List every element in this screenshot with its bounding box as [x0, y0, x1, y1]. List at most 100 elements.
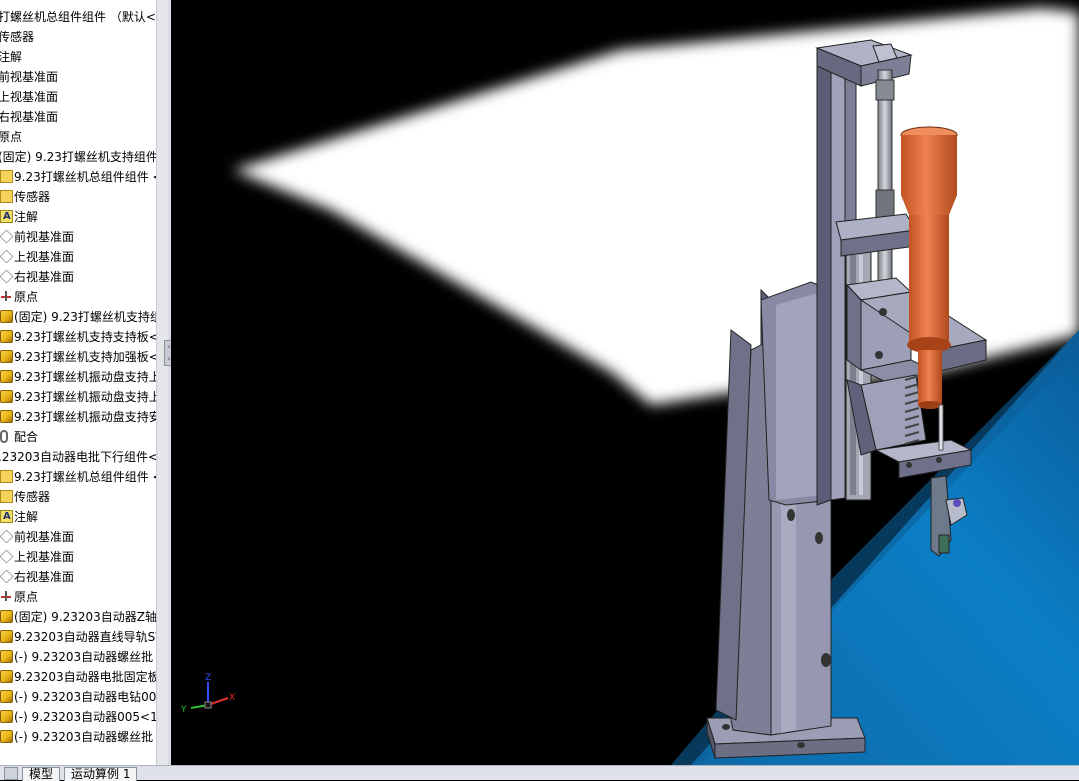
tree-item-label: (固定) 9.23203自动器Z轴 — [14, 610, 156, 624]
annotation-icon — [0, 207, 13, 227]
origin-icon — [0, 590, 13, 603]
tree-item[interactable]: 上视基准面 — [0, 87, 156, 107]
tree-item[interactable]: 9.23打螺丝机振动盘支持上 — [0, 387, 156, 407]
sensor-folder-icon — [0, 190, 13, 203]
tree-item-label: 原点 — [0, 130, 23, 144]
tree-item[interactable]: 9.23打螺丝机振动盘支持上 — [0, 367, 156, 387]
part-icon — [0, 670, 13, 683]
tree-item[interactable]: .23203自动器电批下行组件< — [0, 447, 156, 467]
part-icon — [0, 650, 13, 663]
tree-item[interactable]: 9.23打螺丝机总组件组件 < — [0, 467, 156, 487]
graphics-viewport[interactable]: Z X Y — [171, 0, 1079, 765]
tree-item-label: 原点 — [14, 290, 39, 304]
tree-item[interactable]: 前视基准面 — [0, 67, 156, 87]
tree-item[interactable]: (-) 9.23203自动器005<1> — [0, 707, 156, 727]
tree-item-label: 9.23打螺丝机振动盘支持安 — [14, 410, 156, 424]
model-render: Z X Y — [180, 8, 1079, 765]
tree-item[interactable]: 原点 — [0, 587, 156, 607]
part-icon — [0, 690, 13, 703]
coordinate-triad: Z X Y — [180, 673, 235, 715]
feature-manager-tree[interactable]: 打螺丝机总组件组件 （默认< 传感器 注解 前视基准面 上视基准面 右视基准面 原点 (固定)… — [0, 0, 156, 765]
tree-item[interactable]: 传感器 — [0, 27, 156, 47]
part-icon — [0, 730, 13, 743]
tree-item-label: 右视基准面 — [0, 110, 59, 124]
tree-item-label: 上视基准面 — [14, 550, 75, 564]
tree-item[interactable]: (固定) 9.23打螺丝机支持组件 — [0, 147, 156, 167]
tree-item-label: 注解 — [0, 50, 23, 64]
tree-item[interactable]: 前视基准面 — [0, 227, 156, 247]
tree-item[interactable]: 注解 — [0, 47, 156, 67]
tree-item[interactable]: 右视基准面 — [0, 567, 156, 587]
tree-item[interactable]: 注解 — [0, 507, 156, 527]
tree-item[interactable]: 9.23打螺丝机总组件组件 < — [0, 167, 156, 187]
plane-icon — [0, 549, 14, 564]
tree-item[interactable]: 9.23打螺丝机支持加强板< — [0, 347, 156, 367]
tree-item-label: 传感器 — [14, 490, 51, 504]
part-icon — [0, 350, 13, 363]
part-icon — [0, 710, 13, 723]
tree-item[interactable]: 配合 — [0, 427, 156, 447]
tab-motion-study-1[interactable]: 运动算例 1 — [64, 767, 138, 781]
tree-item[interactable]: 9.23打螺丝机振动盘支持安 — [0, 407, 156, 427]
tree-item[interactable]: 上视基准面 — [0, 547, 156, 567]
tree-item[interactable]: (-) 9.23203自动器电钻001 — [0, 687, 156, 707]
part-icon — [0, 630, 13, 643]
tree-item[interactable]: 9.23打螺丝机支持支持板< — [0, 327, 156, 347]
tree-item-label: 9.23打螺丝机支持支持板< — [14, 330, 156, 344]
sensor-folder-icon — [0, 170, 13, 183]
tree-item-label: (-) 9.23203自动器电钻001 — [14, 690, 156, 704]
tree-item-label: 9.23打螺丝机总组件组件 < — [14, 470, 156, 484]
tree-item-label: 配合 — [14, 430, 39, 444]
triad-y-label: Y — [180, 705, 187, 715]
tree-item-label: 前视基准面 — [14, 530, 75, 544]
tree-item-label: 9.23203自动器电批固定板 — [14, 670, 156, 684]
tree-item-label: 上视基准面 — [14, 250, 75, 264]
tree-item[interactable]: 9.23203自动器直线导轨SV — [0, 627, 156, 647]
tree-item-label: 前视基准面 — [14, 230, 75, 244]
guide-rod — [875, 69, 895, 291]
tree-item-label: 传感器 — [14, 190, 51, 204]
annotation-icon — [0, 507, 13, 527]
plane-icon — [0, 569, 14, 584]
mates-icon — [0, 430, 8, 443]
tree-item[interactable]: 右视基准面 — [0, 107, 156, 127]
tree-item-label: 9.23打螺丝机支持加强板< — [14, 350, 156, 364]
tree-item-label: 注解 — [14, 510, 39, 524]
tree-item-label: 原点 — [14, 590, 39, 604]
sensor-folder-icon — [0, 490, 13, 503]
tree-item-label: 9.23203自动器直线导轨SV — [14, 630, 156, 644]
tree-item[interactable]: 右视基准面 — [0, 267, 156, 287]
plane-icon — [0, 229, 14, 244]
tree-item[interactable]: 9.23203自动器电批固定板 — [0, 667, 156, 687]
tree-item[interactable]: 打螺丝机总组件组件 （默认< — [0, 7, 156, 27]
tree-item[interactable]: 上视基准面 — [0, 247, 156, 267]
tree-item[interactable]: (固定) 9.23203自动器Z轴 — [0, 607, 156, 627]
tree-item[interactable]: (-) 9.23203自动器螺丝批 — [0, 727, 156, 747]
tree-item-label: .23203自动器电批下行组件< — [0, 450, 156, 464]
tab-scroll-icon[interactable] — [4, 767, 18, 780]
tree-item[interactable]: 传感器 — [0, 187, 156, 207]
plane-icon — [0, 529, 14, 544]
part-icon — [0, 310, 13, 323]
triad-x-label: X — [229, 693, 235, 703]
tree-item-label: (-) 9.23203自动器螺丝批 — [14, 650, 154, 664]
tree-item-label: 前视基准面 — [0, 70, 59, 84]
tree-item[interactable]: 传感器 — [0, 487, 156, 507]
part-icon — [0, 370, 13, 383]
tree-item-label: 上视基准面 — [0, 90, 59, 104]
tree-item[interactable]: (-) 9.23203自动器螺丝批 — [0, 647, 156, 667]
sensor-folder-icon — [0, 470, 13, 483]
tree-item[interactable]: 注解 — [0, 207, 156, 227]
tree-item-label: (-) 9.23203自动器螺丝批 — [14, 730, 154, 744]
part-icon — [0, 610, 13, 623]
tree-item[interactable]: (固定) 9.23打螺丝机支持组 — [0, 307, 156, 327]
tree-item-label: 传感器 — [0, 30, 35, 44]
tree-item[interactable]: 原点 — [0, 127, 156, 147]
tree-scrollbar[interactable] — [156, 0, 168, 765]
tab-model[interactable]: 模型 — [22, 767, 61, 781]
tree-item[interactable]: 前视基准面 — [0, 527, 156, 547]
tree-item[interactable]: 原点 — [0, 287, 156, 307]
part-icon — [0, 330, 13, 343]
tree-item-label: 9.23打螺丝机总组件组件 < — [14, 170, 156, 184]
bottom-tab-bar: 模型 运动算例 1 — [0, 765, 1079, 781]
